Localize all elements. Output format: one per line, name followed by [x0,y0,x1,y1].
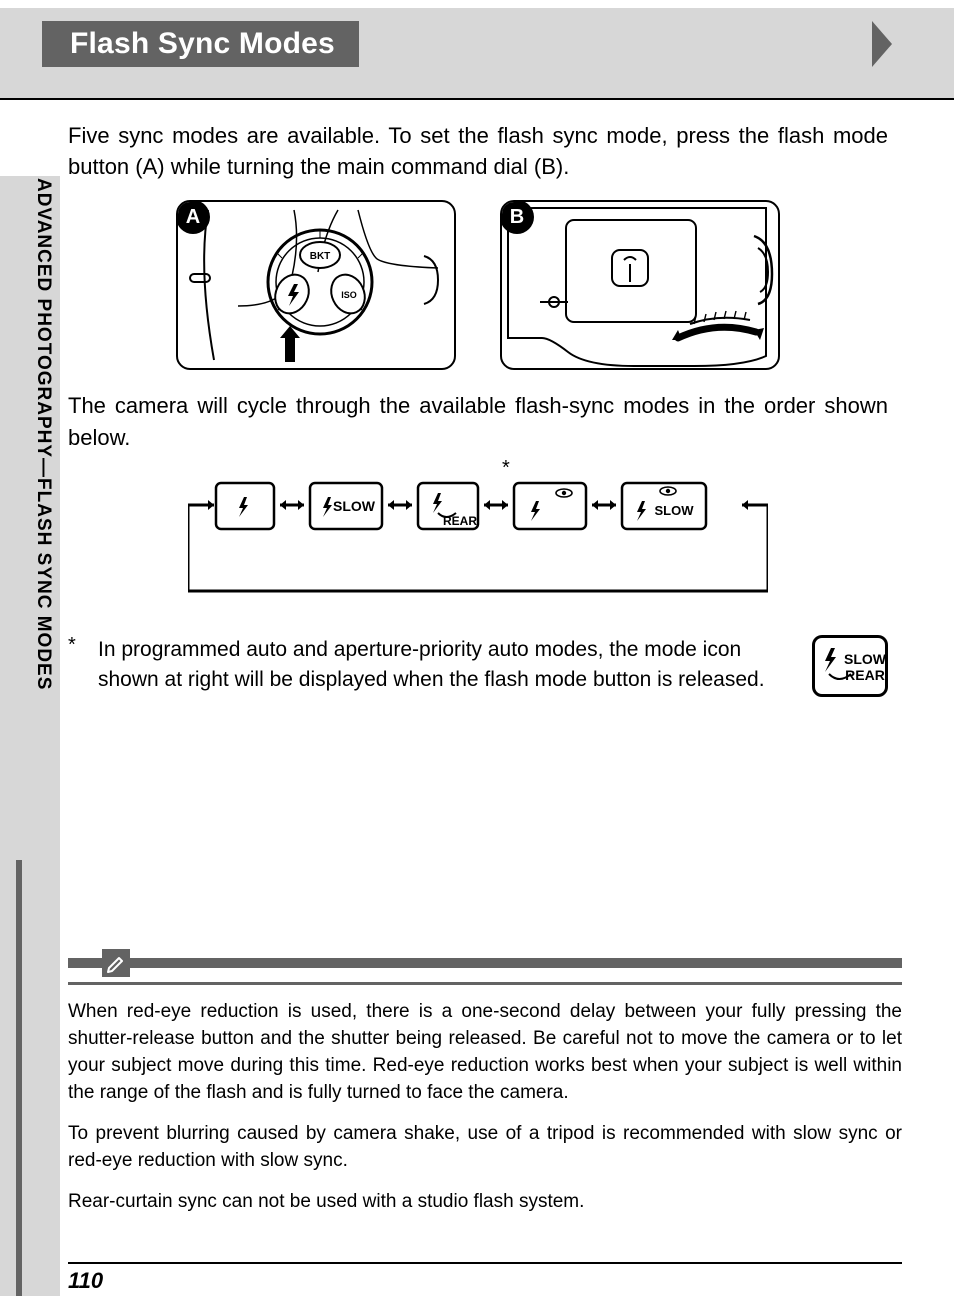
sidebar-dark-band [16,860,22,1296]
footnote-icon-slow: SLOW [844,651,885,667]
pencil-icon [102,949,130,977]
illustration-b: B [500,200,780,370]
cycle-paragraph: The camera will cycle through the availa… [68,390,888,452]
footnote-row: * In programmed auto and aperture-priori… [68,635,888,697]
intro-paragraph: Five sync modes are available. To set th… [68,120,888,182]
mode-eye-slow-label: SLOW [655,503,695,518]
footnote-text: In programmed auto and aperture-priority… [98,635,798,695]
bkt-label: BKT [310,251,331,262]
header-rule [0,98,954,100]
footnote-marker: * [68,635,84,655]
sidebar-label: ADVANCED PHOTOGRAPHY—FLASH SYNC MODES [32,178,54,690]
section-title-bar: Flash Sync Modes [42,21,359,67]
illustration-row: A [68,200,888,370]
mode-rear-label: REAR [443,514,477,528]
page-number: 110 [68,1268,103,1293]
page-footer: 110 [68,1262,902,1294]
mode-slow-label: SLOW [333,498,376,514]
cycle-diagram: * [188,471,768,611]
callout-thin-rule [68,982,902,985]
iso-label: ISO [341,290,357,300]
footnote-mode-icon: SLOW REAR [812,635,888,697]
title-arrow-icon [872,21,912,67]
footnote-icon-rear: REAR [845,667,885,683]
callout-block: When red-eye reduction is used, there is… [68,958,902,1230]
section-title-text: Flash Sync Modes [70,27,335,60]
callout-para-2: To prevent blurring caused by camera sha… [68,1121,902,1175]
callout-para-3: Rear-curtain sync can not be used with a… [68,1189,902,1216]
callout-para-1: When red-eye reduction is used, there is… [68,999,902,1107]
callout-top-rule [68,958,902,968]
illustration-a: A [176,200,456,370]
